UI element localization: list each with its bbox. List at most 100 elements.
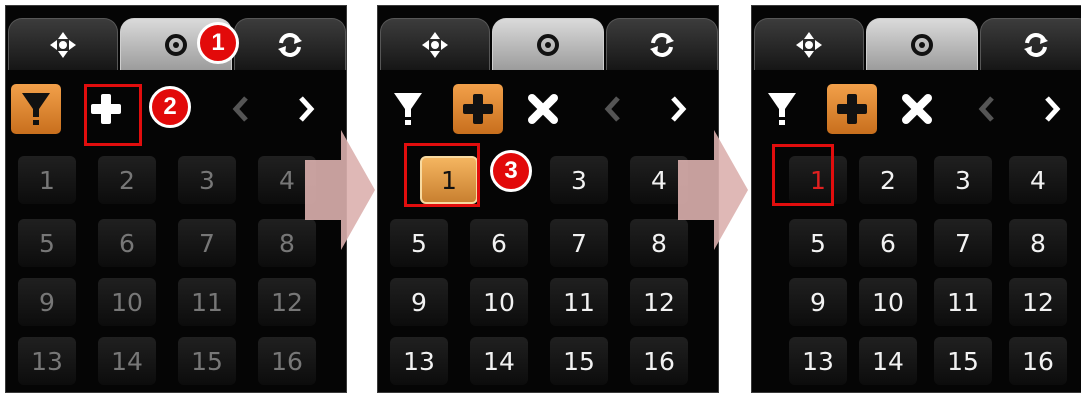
tab-move[interactable] bbox=[754, 18, 864, 70]
preset-10[interactable]: 10 bbox=[470, 278, 528, 326]
preset-grid: 1 3 4 5 6 7 8 9 10 11 12 13 14 15 16 bbox=[390, 151, 710, 391]
chevron-right-icon bbox=[1045, 96, 1061, 122]
preset-15[interactable]: 15 bbox=[550, 337, 608, 385]
preset-6[interactable]: 6 bbox=[98, 219, 156, 267]
preset-6[interactable]: 6 bbox=[470, 219, 528, 267]
preset-12[interactable]: 12 bbox=[630, 278, 688, 326]
preset-14[interactable]: 14 bbox=[98, 337, 156, 385]
preset-toolbar bbox=[378, 78, 718, 148]
preset-grid: 1 2 3 4 5 6 7 8 9 10 11 12 13 14 15 16 bbox=[18, 151, 338, 391]
add-preset-button[interactable] bbox=[827, 84, 877, 134]
preset-3[interactable]: 3 bbox=[178, 156, 236, 204]
tab-view[interactable] bbox=[866, 18, 978, 70]
preset-9[interactable]: 9 bbox=[789, 278, 847, 326]
refresh-icon bbox=[278, 32, 302, 57]
plus-icon bbox=[91, 94, 121, 124]
prev-page-button[interactable] bbox=[216, 84, 266, 134]
add-preset-button[interactable] bbox=[81, 84, 131, 134]
tab-bar bbox=[6, 6, 346, 72]
prev-page-button[interactable] bbox=[962, 84, 1012, 134]
preset-13[interactable]: 13 bbox=[789, 337, 847, 385]
refresh-icon bbox=[650, 32, 674, 57]
preset-7[interactable]: 7 bbox=[550, 219, 608, 267]
filter-button[interactable] bbox=[383, 84, 433, 134]
preset-14[interactable]: 14 bbox=[859, 337, 917, 385]
ptz-panel-step-3: 1 2 3 4 5 6 7 8 9 10 11 12 13 14 15 16 bbox=[751, 5, 1081, 393]
add-preset-button[interactable] bbox=[453, 84, 503, 134]
step-badge-2: 2 bbox=[149, 86, 191, 128]
next-page-button[interactable] bbox=[281, 84, 331, 134]
preset-16[interactable]: 16 bbox=[258, 337, 316, 385]
preset-1[interactable]: 1 bbox=[420, 156, 478, 204]
move-arrows-icon bbox=[50, 31, 76, 58]
circle-dot-icon bbox=[165, 33, 187, 56]
delete-preset-button[interactable] bbox=[892, 84, 942, 134]
preset-7[interactable]: 7 bbox=[934, 219, 992, 267]
tab-refresh[interactable] bbox=[606, 18, 718, 70]
plus-icon bbox=[463, 94, 493, 124]
flow-arrow-icon bbox=[678, 130, 748, 250]
x-icon bbox=[528, 94, 558, 124]
preset-6[interactable]: 6 bbox=[859, 219, 917, 267]
next-page-button[interactable] bbox=[653, 84, 703, 134]
tab-refresh[interactable] bbox=[980, 18, 1081, 70]
funnel-icon bbox=[768, 93, 796, 125]
preset-grid: 1 2 3 4 5 6 7 8 9 10 11 12 13 14 15 16 bbox=[764, 151, 1081, 391]
preset-16[interactable]: 16 bbox=[630, 337, 688, 385]
next-page-button[interactable] bbox=[1027, 84, 1077, 134]
preset-10[interactable]: 10 bbox=[859, 278, 917, 326]
x-icon bbox=[902, 94, 932, 124]
refresh-icon bbox=[1024, 32, 1048, 57]
move-arrows-icon bbox=[796, 31, 822, 58]
preset-11[interactable]: 11 bbox=[550, 278, 608, 326]
preset-3[interactable]: 3 bbox=[934, 156, 992, 204]
preset-13[interactable]: 13 bbox=[390, 337, 448, 385]
chevron-left-icon bbox=[604, 96, 620, 122]
preset-7[interactable]: 7 bbox=[178, 219, 236, 267]
circle-dot-icon bbox=[911, 33, 933, 56]
tab-bar bbox=[378, 6, 718, 72]
tab-refresh[interactable] bbox=[234, 18, 346, 70]
preset-4[interactable]: 4 bbox=[1009, 156, 1067, 204]
preset-15[interactable]: 15 bbox=[178, 337, 236, 385]
preset-14[interactable]: 14 bbox=[470, 337, 528, 385]
preset-1[interactable]: 1 bbox=[18, 156, 76, 204]
funnel-icon bbox=[22, 93, 50, 125]
tab-view[interactable] bbox=[492, 18, 604, 70]
preset-11[interactable]: 11 bbox=[934, 278, 992, 326]
filter-button[interactable] bbox=[757, 84, 807, 134]
chevron-left-icon bbox=[978, 96, 994, 122]
chevron-right-icon bbox=[671, 96, 687, 122]
tab-move[interactable] bbox=[380, 18, 490, 70]
preset-11[interactable]: 11 bbox=[178, 278, 236, 326]
preset-3[interactable]: 3 bbox=[550, 156, 608, 204]
filter-button[interactable] bbox=[11, 84, 61, 134]
funnel-icon bbox=[394, 93, 422, 125]
preset-toolbar bbox=[752, 78, 1081, 148]
preset-8[interactable]: 8 bbox=[1009, 219, 1067, 267]
circle-dot-icon bbox=[537, 33, 559, 56]
chevron-right-icon bbox=[299, 96, 315, 122]
preset-10[interactable]: 10 bbox=[98, 278, 156, 326]
preset-13[interactable]: 13 bbox=[18, 337, 76, 385]
preset-12[interactable]: 12 bbox=[1009, 278, 1067, 326]
preset-1[interactable]: 1 bbox=[789, 156, 847, 204]
preset-9[interactable]: 9 bbox=[18, 278, 76, 326]
preset-2[interactable]: 2 bbox=[859, 156, 917, 204]
preset-2[interactable]: 2 bbox=[98, 156, 156, 204]
preset-5[interactable]: 5 bbox=[18, 219, 76, 267]
preset-15[interactable]: 15 bbox=[934, 337, 992, 385]
preset-9[interactable]: 9 bbox=[390, 278, 448, 326]
step-badge-3: 3 bbox=[490, 150, 532, 192]
preset-16[interactable]: 16 bbox=[1009, 337, 1067, 385]
step-badge-1: 1 bbox=[197, 22, 239, 64]
tab-bar bbox=[752, 6, 1081, 72]
preset-5[interactable]: 5 bbox=[789, 219, 847, 267]
delete-preset-button[interactable] bbox=[518, 84, 568, 134]
flow-arrow-icon bbox=[305, 130, 375, 250]
tab-move[interactable] bbox=[8, 18, 118, 70]
move-arrows-icon bbox=[422, 31, 448, 58]
preset-12[interactable]: 12 bbox=[258, 278, 316, 326]
prev-page-button[interactable] bbox=[588, 84, 638, 134]
preset-5[interactable]: 5 bbox=[390, 219, 448, 267]
